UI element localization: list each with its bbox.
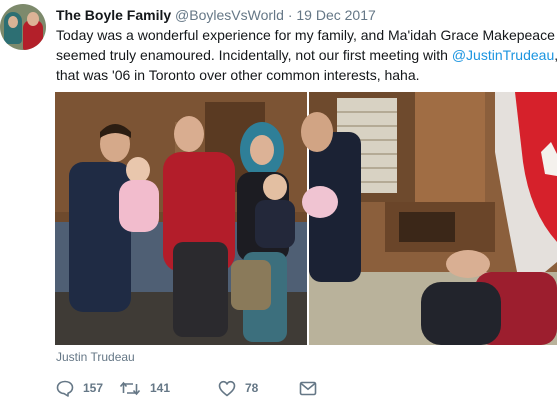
heart-icon xyxy=(218,380,236,397)
like-button[interactable]: 78 xyxy=(218,380,299,397)
author-handle[interactable]: @BoylesVsWorld xyxy=(175,7,284,23)
tweet-text-line-3: that was '06 in Toronto over other commo… xyxy=(56,67,420,83)
avatar-face-right xyxy=(27,12,39,26)
avatar-face-left xyxy=(8,16,18,28)
like-count: 78 xyxy=(245,381,259,395)
author-name[interactable]: The Boyle Family xyxy=(56,7,171,23)
retweet-button[interactable]: 141 xyxy=(119,380,218,397)
photo-right[interactable] xyxy=(301,92,557,345)
mention-link[interactable]: @JustinTrudeau xyxy=(452,47,554,63)
header-separator: · xyxy=(287,7,293,23)
tweet-header: The Boyle Family @BoylesVsWorld · 19 Dec… xyxy=(56,6,376,24)
tweet-text-line-2: seemed truly enamoured. Incidentally, no… xyxy=(56,45,557,65)
tweet-text-line-2-start: seemed truly enamoured. Incidentally, no… xyxy=(56,47,452,63)
media-tag[interactable]: Justin Trudeau xyxy=(56,350,135,364)
tweet-actions: 157 141 78 xyxy=(56,378,329,398)
photo-left[interactable] xyxy=(55,92,307,345)
reply-icon xyxy=(56,380,74,397)
retweet-count: 141 xyxy=(150,381,171,395)
retweet-icon xyxy=(119,380,141,397)
envelope-icon xyxy=(299,381,317,396)
tweet-text: Today was a wonderful experience for my … xyxy=(56,25,557,85)
reply-count: 157 xyxy=(83,381,104,395)
tweet-media[interactable] xyxy=(55,92,557,345)
reply-button[interactable]: 157 xyxy=(56,380,119,397)
avatar[interactable] xyxy=(0,4,46,50)
direct-message-button[interactable] xyxy=(299,381,329,396)
tweet-date[interactable]: 19 Dec 2017 xyxy=(296,7,375,23)
tweet-text-line-1: Today was a wonderful experience for my … xyxy=(56,27,555,43)
